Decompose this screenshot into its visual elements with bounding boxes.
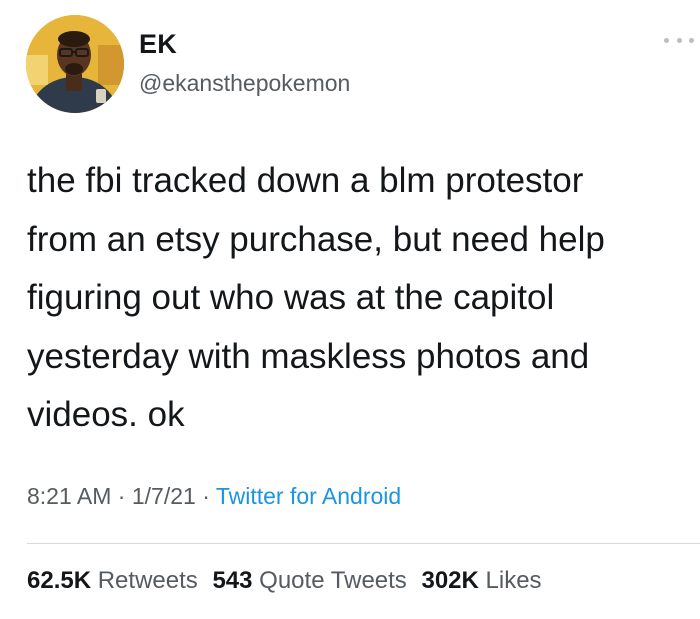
more-horizontal-icon[interactable] xyxy=(664,30,694,50)
more-dot xyxy=(689,37,694,43)
tweet-text: the fbi tracked down a blm protestor fro… xyxy=(27,161,605,434)
tweet-date[interactable]: 1/7/21 xyxy=(132,483,196,509)
tweet-meta: 8:21 AM · 1/7/21 · Twitter for Android xyxy=(27,483,401,510)
quote-tweets-count: 543 xyxy=(212,567,253,594)
retweets-count: 62.5K xyxy=(27,567,92,594)
meta-separator: · xyxy=(202,483,210,509)
more-dot xyxy=(664,37,669,43)
avatar-photo xyxy=(26,15,124,113)
divider xyxy=(27,543,700,544)
quote-tweets-stat[interactable]: 543 Quote Tweets xyxy=(212,567,406,594)
tweet-time[interactable]: 8:21 AM xyxy=(27,483,111,509)
avatar[interactable] xyxy=(26,15,124,113)
meta-separator: · xyxy=(117,483,126,509)
tweet-stats: 62.5K Retweets 543 Quote Tweets 302K Lik… xyxy=(27,567,550,595)
display-name[interactable]: EK xyxy=(139,29,177,60)
user-handle[interactable]: @ekansthepokemon xyxy=(139,70,350,97)
likes-label: Likes xyxy=(485,567,542,594)
tweet-card: EK @ekansthepokemon the fbi tracked down… xyxy=(0,0,700,619)
retweets-stat[interactable]: 62.5K Retweets xyxy=(27,567,198,594)
tweet-source-link[interactable]: Twitter for Android xyxy=(216,483,401,509)
retweets-label: Retweets xyxy=(97,567,198,594)
likes-stat[interactable]: 302K Likes xyxy=(421,567,541,594)
more-dot xyxy=(676,37,682,43)
likes-count: 302K xyxy=(421,567,479,594)
quote-tweets-label: Quote Tweets xyxy=(259,567,407,594)
